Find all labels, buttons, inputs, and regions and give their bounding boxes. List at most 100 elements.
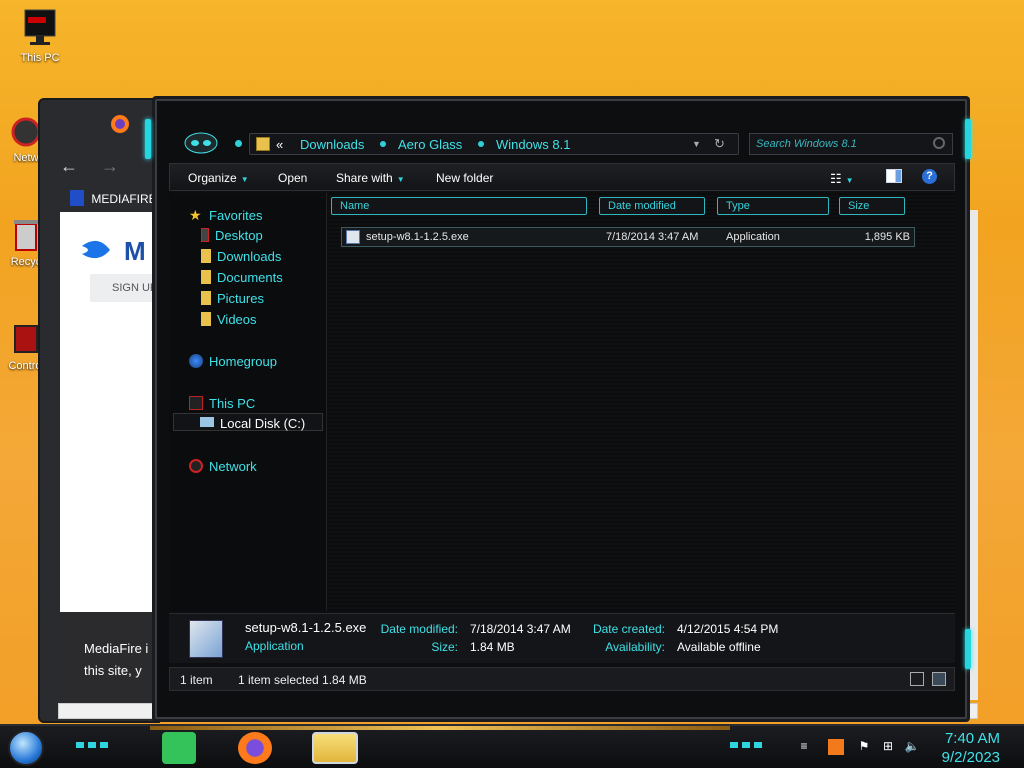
open-button[interactable]: Open (278, 171, 307, 185)
folder-icon (256, 137, 270, 151)
nav-videos[interactable]: Videos (201, 312, 257, 327)
svg-text:M: M (124, 236, 146, 266)
large-icons-view-icon[interactable] (932, 672, 946, 686)
breadcrumb-overflow[interactable]: « (276, 137, 283, 152)
nav-local-disk[interactable]: Local Disk (C:) (173, 413, 323, 431)
back-button[interactable]: ← (60, 156, 78, 176)
details-size-label: Size: (431, 640, 458, 654)
taskbar-accent (150, 726, 730, 730)
window-logo-icon (183, 131, 219, 155)
view-options-icon[interactable]: ☷ ▼ (830, 171, 854, 187)
details-type: Application (245, 639, 304, 653)
tray-app-icon[interactable] (828, 739, 844, 755)
file-explorer-window: « Downloads Aero Glass Windows 8.1 ▼ ↻ S… (145, 96, 971, 722)
web-page: M SIGN UP (60, 212, 170, 612)
share-with-button[interactable]: Share with ▼ (336, 171, 405, 185)
mediafire-icon (70, 190, 84, 206)
navigation-pane: ★ Favorites Desktop Downloads Documents P… (169, 193, 327, 611)
breadcrumb-aero-glass[interactable]: Aero Glass (398, 137, 462, 152)
nav-homegroup[interactable]: Homegroup (189, 354, 277, 369)
pictures-folder-icon (201, 291, 211, 305)
search-input[interactable]: Search Windows 8.1 (749, 133, 953, 155)
search-icon[interactable] (933, 137, 945, 149)
details-view-icon[interactable] (910, 672, 924, 686)
videos-folder-icon (201, 312, 211, 326)
nav-downloads[interactable]: Downloads (201, 249, 281, 264)
nav-favorites[interactable]: ★ Favorites (189, 207, 262, 223)
start-button[interactable] (8, 730, 44, 766)
file-size: 1,895 KB (864, 231, 910, 243)
nav-dot-icon[interactable] (235, 140, 242, 147)
breadcrumb-downloads[interactable]: Downloads (300, 137, 364, 152)
volume-icon[interactable]: 🔈 (904, 739, 920, 755)
frame-led (965, 629, 971, 669)
forward-button[interactable]: → (101, 156, 119, 176)
address-bar[interactable]: « Downloads Aero Glass Windows 8.1 ▼ ↻ (249, 133, 739, 155)
details-availability-label: Availability: (605, 640, 665, 654)
details-pane: setup-w8.1-1.2.5.exe Application Date mo… (169, 613, 955, 663)
desktop-icon-label: Netw (13, 152, 39, 164)
details-size: 1.84 MB (470, 640, 515, 654)
chevron-down-icon: ▼ (396, 175, 405, 184)
details-availability: Available offline (677, 640, 761, 654)
network-icon (11, 116, 41, 148)
nav-documents[interactable]: Documents (201, 270, 283, 285)
preview-pane-icon[interactable] (886, 169, 902, 183)
status-item-count: 1 item (180, 673, 213, 687)
flag-icon[interactable]: ⚑ (856, 739, 872, 755)
chevron-down-icon: ▼ (240, 175, 249, 184)
documents-folder-icon (201, 270, 211, 284)
application-file-icon (189, 620, 223, 658)
clock[interactable]: 7:40 AM 9/2/2023 (942, 729, 1000, 767)
tray-overflow-icon[interactable]: ≡ (796, 739, 812, 755)
application-file-icon (346, 230, 360, 244)
frame-led (145, 119, 151, 159)
footer-text: MediaFire i (84, 641, 149, 656)
status-selected: 1 item selected 1.84 MB (238, 673, 367, 687)
organize-button[interactable]: Organize ▼ (188, 171, 249, 185)
nav-this-pc[interactable]: This PC (189, 396, 255, 411)
desktop-icon-label: Contro (8, 360, 42, 372)
firefox-icon[interactable] (238, 732, 272, 764)
sticky-notes-icon[interactable] (162, 732, 196, 764)
page-footer: MediaFire i this site, y (60, 612, 160, 712)
details-filename: setup-w8.1-1.2.5.exe (245, 620, 367, 635)
refresh-icon[interactable]: ↻ (714, 136, 725, 152)
file-date-modified: 7/18/2014 3:47 AM (606, 231, 699, 243)
desktop-icon-label: Recyc (10, 256, 42, 268)
nav-pictures[interactable]: Pictures (201, 291, 264, 306)
taskbar-led (76, 742, 112, 748)
breadcrumb-separator (380, 141, 386, 147)
clock-time: 7:40 AM (944, 730, 1000, 747)
file-row[interactable]: setup-w8.1-1.2.5.exe 7/18/2014 3:47 AM A… (341, 227, 915, 247)
desktop-folder-icon (201, 228, 209, 242)
new-folder-button[interactable]: New folder (436, 171, 493, 185)
firefox-icon[interactable] (110, 114, 132, 136)
column-header-size[interactable]: Size (839, 197, 905, 215)
breadcrumb-windows-81[interactable]: Windows 8.1 (496, 137, 570, 152)
nav-network[interactable]: Network (189, 459, 257, 474)
clock-date: 9/2/2023 (941, 749, 1000, 766)
file-explorer-icon[interactable] (312, 732, 358, 764)
column-header-date-modified[interactable]: Date modified (599, 197, 705, 215)
homegroup-icon (189, 354, 203, 368)
taskbar: ≡ ⚑ ⊞ 🔈 7:40 AM 9/2/2023 (0, 724, 1024, 768)
details-date-modified-label: Date modified: (380, 622, 458, 636)
file-type: Application (726, 231, 780, 243)
chevron-down-icon[interactable]: ▼ (692, 139, 701, 149)
bookmark-mediafire[interactable]: MEDIAFIRE (70, 190, 157, 206)
network-tray-icon[interactable]: ⊞ (880, 739, 896, 755)
footer-text: this site, y (84, 663, 142, 678)
file-name: setup-w8.1-1.2.5.exe (366, 231, 469, 243)
downloads-folder-icon (201, 249, 211, 263)
column-header-type[interactable]: Type (717, 197, 829, 215)
column-header-name[interactable]: Name (331, 197, 587, 215)
desktop-icon-this-pc[interactable]: This PC (10, 8, 70, 64)
help-icon[interactable]: ? (922, 169, 937, 184)
status-bar: 1 item 1 item selected 1.84 MB (169, 667, 955, 691)
control-panel-icon (11, 322, 39, 356)
recycle-bin-icon (13, 218, 39, 252)
nav-desktop[interactable]: Desktop (201, 228, 263, 243)
command-bar: Organize ▼ Open Share with ▼ New folder ☷ ▼… (169, 163, 955, 191)
monitor-icon (189, 396, 203, 410)
